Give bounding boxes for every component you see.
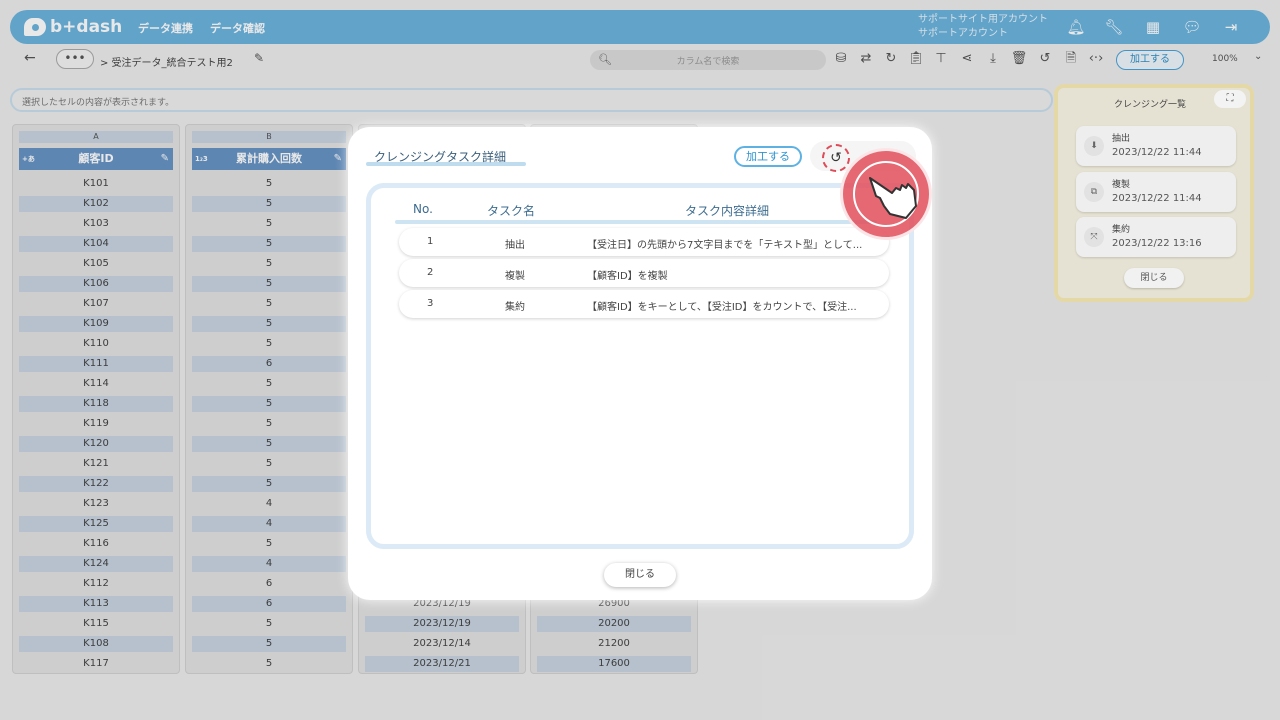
row-task-name: 抽出 xyxy=(505,240,525,251)
row-no: 2 xyxy=(427,267,434,278)
cleansing-item-name: 集約 xyxy=(1112,225,1131,235)
extract-icon: ⬇ xyxy=(1084,136,1104,156)
row-no: 1 xyxy=(427,236,434,247)
modal-process-button[interactable]: 加工する xyxy=(734,146,802,167)
cleansing-item-date: 2023/12/22 11:44 xyxy=(1112,147,1202,158)
task-table: No. タスク名 タスク内容詳細 1 抽出 【受注日】の先頭から7文字目までを「… xyxy=(366,183,914,549)
hand-glyph xyxy=(869,177,917,219)
row-no: 3 xyxy=(427,298,434,309)
pointing-hand-icon xyxy=(840,148,932,240)
cleansing-item[interactable]: ⤧ 集約 2023/12/22 13:16 xyxy=(1076,217,1236,257)
cleansing-list-panel: クレンジング一覧 ⛶ ⬇ 抽出 2023/12/22 11:44 ⧉ 複製 20… xyxy=(1054,84,1254,302)
modal-close-button[interactable]: 閉じる xyxy=(604,563,676,587)
column-header-task-name: タスク名 xyxy=(487,204,536,218)
row-task-name: 複製 xyxy=(505,271,525,282)
cleansing-list-title: クレンジング一覧 xyxy=(1114,100,1187,110)
side-panel-close-button[interactable]: 閉じる xyxy=(1124,268,1184,288)
table-row[interactable]: 1 抽出 【受注日】の先頭から7文字目までを「テキスト型」として... xyxy=(399,228,889,256)
row-task-detail: 【顧客ID】を複製 xyxy=(587,271,668,282)
cleansing-item-name: 複製 xyxy=(1112,180,1131,190)
column-header-task-detail: タスク内容詳細 xyxy=(685,204,770,218)
cleansing-item-date: 2023/12/22 11:44 xyxy=(1112,193,1202,204)
cleansing-item-name: 抽出 xyxy=(1112,134,1131,144)
cleansing-item-date: 2023/12/22 13:16 xyxy=(1112,238,1202,249)
expand-icon[interactable]: ⛶ xyxy=(1214,90,1246,108)
modal-title: クレンジングタスク詳細 xyxy=(374,150,507,164)
column-header-no: No. xyxy=(413,202,433,216)
row-task-name: 集約 xyxy=(505,302,525,313)
table-row[interactable]: 2 複製 【顧客ID】を複製 xyxy=(399,259,889,287)
row-task-detail: 【顧客ID】をキーとして、【受注ID】をカウントで、【受注... xyxy=(587,302,857,313)
header-underline xyxy=(395,220,877,224)
cleansing-item[interactable]: ⬇ 抽出 2023/12/22 11:44 xyxy=(1076,126,1236,166)
cleansing-item[interactable]: ⧉ 複製 2023/12/22 11:44 xyxy=(1076,172,1236,212)
row-task-detail: 【受注日】の先頭から7文字目までを「テキスト型」として... xyxy=(587,240,863,251)
table-row[interactable]: 3 集約 【顧客ID】をキーとして、【受注ID】をカウントで、【受注... xyxy=(399,290,889,318)
aggregate-icon: ⤧ xyxy=(1084,227,1104,247)
duplicate-icon: ⧉ xyxy=(1084,182,1104,202)
